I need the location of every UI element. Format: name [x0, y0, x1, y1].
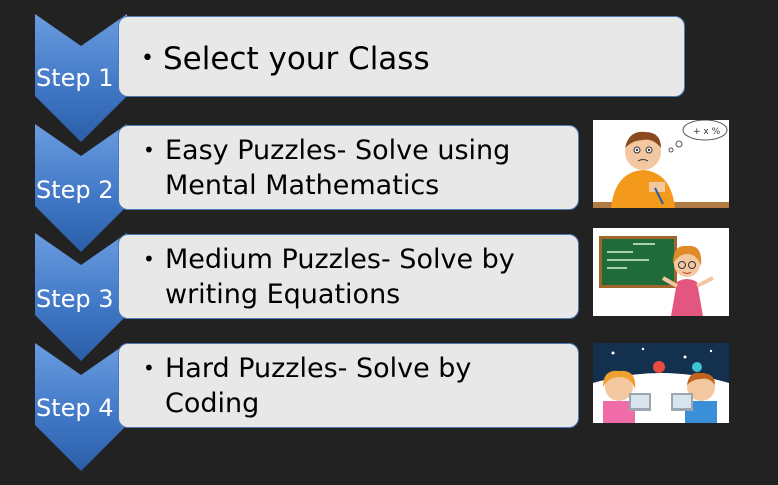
step-4: Step 4 • Hard Puzzles- Solve by Coding [0, 343, 778, 471]
step-4-box: • Hard Puzzles- Solve by Coding [118, 343, 579, 428]
step-1-text: Select your Class [163, 41, 430, 77]
step-4-text-line1: Hard Puzzles- Solve by [165, 353, 472, 384]
step-4-label: Step 4 [36, 394, 114, 422]
bullet-dot: • [143, 247, 155, 271]
step-3-box: • Medium Puzzles- Solve by writing Equat… [118, 234, 579, 319]
step-1-box: • Select your Class [118, 16, 685, 97]
step-1-label: Step 1 [36, 64, 114, 92]
step-2-text-line2: Mental Mathematics [165, 170, 440, 201]
step-3-label: Step 3 [36, 285, 114, 313]
bullet-dot: • [143, 356, 155, 380]
step-2-text-line1: Easy Puzzles- Solve using [165, 135, 511, 166]
bullet-dot: • [141, 46, 154, 71]
step-2-box: • Easy Puzzles- Solve using Mental Mathe… [118, 125, 579, 210]
bullet-dot: • [143, 138, 155, 162]
step-2-label: Step 2 [36, 176, 114, 204]
svg-text:+ x %: + x % [693, 127, 721, 137]
step-3: Step 3 • Medium Puzzles- Solve by writin… [0, 228, 778, 361]
boy-thinking-image: + x % [593, 120, 729, 208]
teacher-chalkboard-image [593, 228, 729, 316]
step-3-text-line1: Medium Puzzles- Solve by [165, 244, 515, 275]
step-4-text-line2: Coding [165, 388, 260, 419]
kids-computers-image [593, 343, 729, 423]
step-3-text-line2: writing Equations [165, 279, 401, 310]
